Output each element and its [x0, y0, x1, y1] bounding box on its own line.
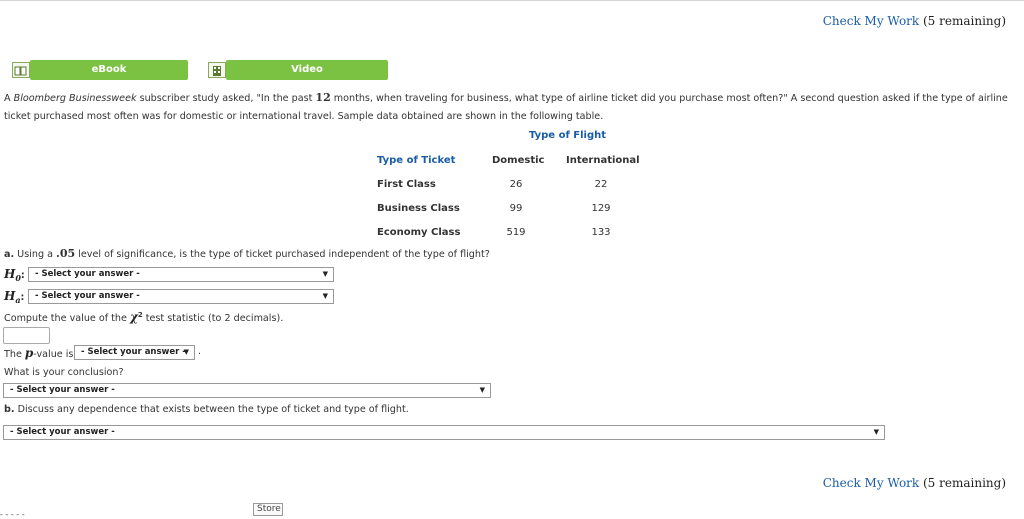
publication-name: Bloomberg Businessweek — [13, 93, 137, 104]
chevron-down-icon: ▼ — [322, 292, 328, 300]
row-label-business: Business Class — [377, 203, 460, 214]
chevron-down-icon: ▼ — [479, 386, 485, 394]
months-value: 12 — [315, 91, 331, 104]
part-a-question: a. Using a .05 level of significance, is… — [4, 247, 490, 260]
problem-statement: A Bloomberg Businessweek subscriber stud… — [4, 91, 1008, 122]
pvalue-period: . — [198, 346, 202, 357]
book-icon — [12, 62, 30, 78]
col-header-international: International — [566, 155, 640, 166]
col-header-domestic: Domestic — [492, 155, 545, 166]
check-my-work-top: Check My Work (5 remaining) — [823, 14, 1006, 28]
alpha-value: .05 — [56, 247, 76, 260]
remaining-count: (5 remaining) — [923, 14, 1006, 28]
conclusion-select[interactable]: - Select your answer - ▼ — [3, 383, 491, 398]
row-header: Type of Ticket — [377, 155, 456, 166]
cell-economy-international: 133 — [591, 227, 611, 238]
top-divider — [0, 0, 1024, 1]
pvalue-label: The p-value is — [4, 346, 74, 360]
ha-select[interactable]: - Select your answer - ▼ — [28, 289, 334, 304]
chevron-down-icon: ▼ — [322, 270, 328, 278]
check-my-work-link-bottom[interactable]: Check My Work — [823, 476, 919, 490]
pvalue-select[interactable]: - Select your answer - ▼ — [74, 345, 195, 360]
video-button[interactable]: Video — [226, 60, 388, 80]
cell-economy-domestic: 519 — [506, 227, 526, 238]
film-icon — [208, 62, 226, 78]
cell-first-international: 22 — [594, 179, 608, 190]
check-my-work-link[interactable]: Check My Work — [823, 14, 919, 28]
ebook-button[interactable]: eBook — [30, 60, 188, 80]
cell-business-domestic: 99 — [509, 203, 523, 214]
chevron-down-icon: ▼ — [183, 348, 189, 356]
chi-square-input[interactable] — [3, 327, 50, 344]
cell-business-international: 129 — [591, 203, 611, 214]
chi-square-prompt: Compute the value of the χ2 test statist… — [4, 310, 284, 324]
cell-first-domestic: 26 — [509, 179, 523, 190]
conclusion-prompt: What is your conclusion? — [4, 367, 124, 378]
check-my-work-bottom: Check My Work (5 remaining) — [823, 476, 1006, 490]
h0-label: H0: — [4, 267, 25, 283]
row-label-economy: Economy Class — [377, 227, 461, 238]
chevron-down-icon: ▼ — [873, 428, 879, 436]
dependence-select[interactable]: - Select your answer - ▼ — [3, 425, 885, 440]
remaining-count-bottom: (5 remaining) — [923, 476, 1006, 490]
h0-select[interactable]: - Select your answer - ▼ — [28, 267, 334, 282]
ha-label: Ha: — [4, 289, 25, 305]
store-tab[interactable]: Store — [253, 503, 283, 516]
row-label-first: First Class — [377, 179, 436, 190]
group-header: Type of Flight — [529, 130, 607, 141]
part-b-question: b. Discuss any dependence that exists be… — [4, 404, 409, 415]
